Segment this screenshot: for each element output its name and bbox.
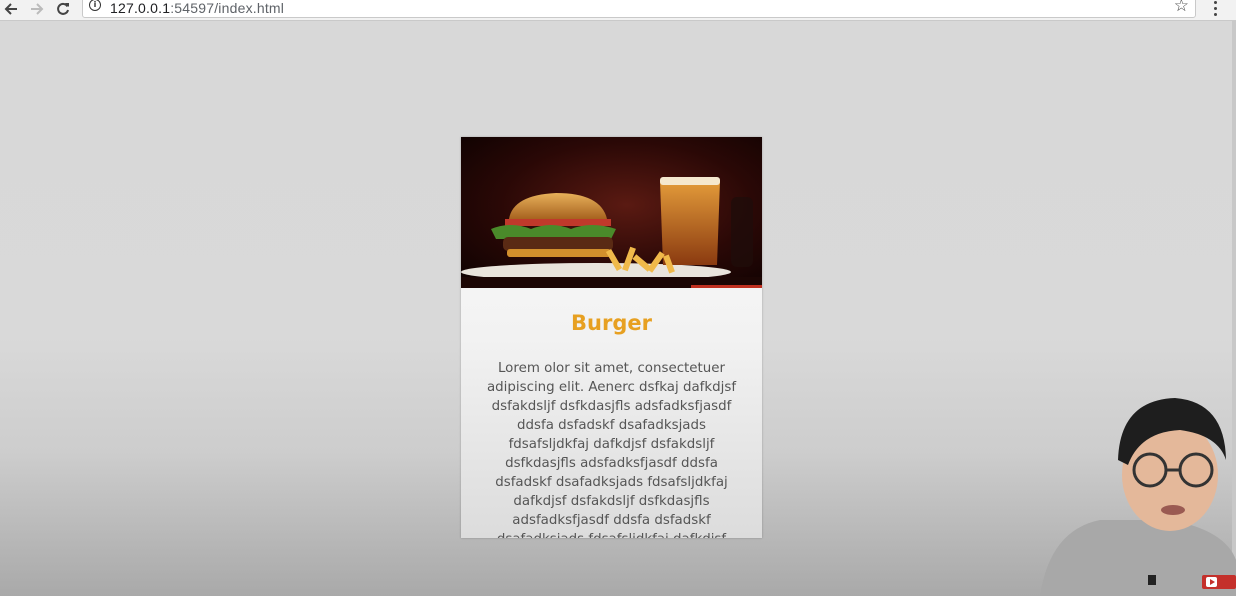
url-text[interactable]: 127.0.0.1:54597/index.html [110,0,284,16]
back-arrow-icon[interactable] [0,0,22,18]
url-host: 127.0.0.1 [110,0,171,16]
card-title: Burger [571,311,652,335]
browser-toolbar: i 127.0.0.1:54597/index.html ☆ [0,0,1236,21]
url-path: :54597/index.html [170,0,285,16]
forward-arrow-icon[interactable] [26,0,48,18]
food-card: Burger Lorem olor sit amet, consectetuer… [461,137,762,538]
info-icon[interactable]: i [89,0,101,11]
kebab-menu-icon[interactable] [1208,0,1222,18]
address-bar[interactable]: i 127.0.0.1:54597/index.html ☆ [82,0,1196,18]
reload-icon[interactable] [52,0,74,18]
card-image [461,137,762,288]
webcam-overlay [1040,398,1236,596]
star-icon[interactable]: ☆ [1174,0,1189,16]
youtube-badge-icon [1202,575,1236,589]
card-description: Lorem olor sit amet, consectetuer adipis… [486,361,737,538]
